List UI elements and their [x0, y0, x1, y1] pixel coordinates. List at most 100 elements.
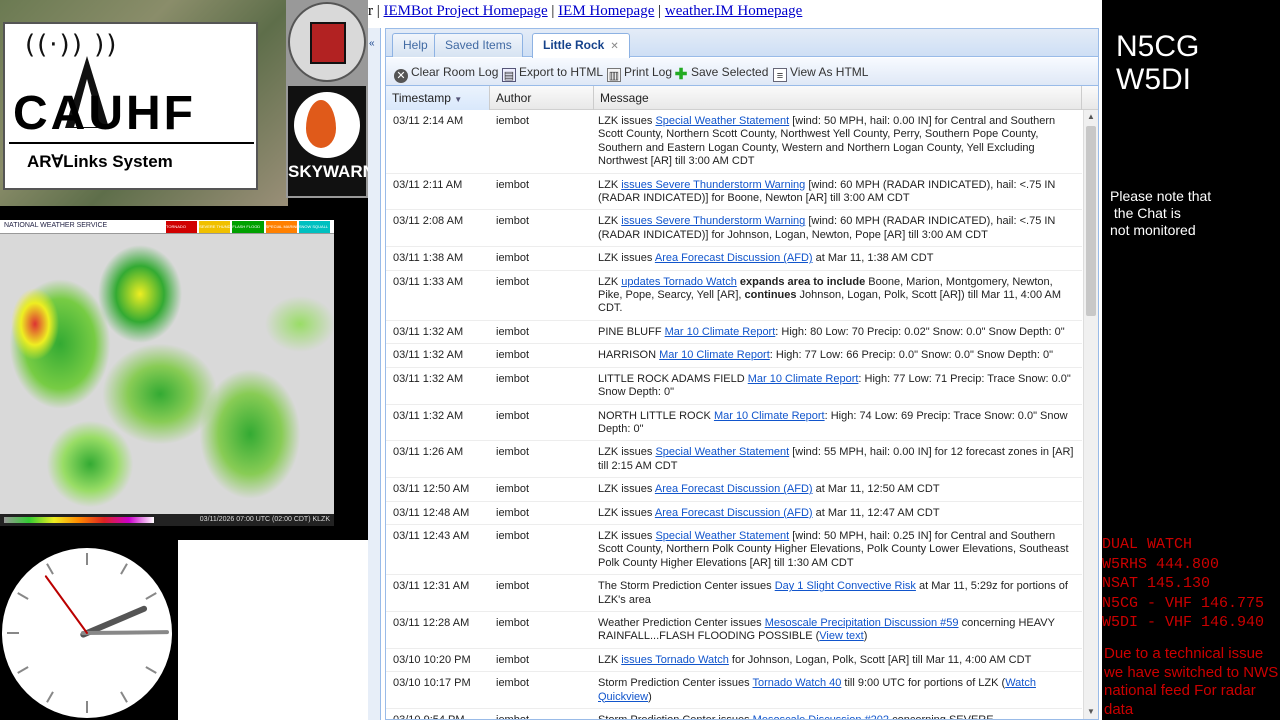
cell-author: iembot	[496, 677, 530, 690]
message-link[interactable]: Tornado Watch 40	[752, 677, 841, 689]
cell-timestamp: 03/11 12:43 AM	[393, 529, 470, 542]
link-iem-homepage[interactable]: IEM Homepage	[558, 3, 654, 19]
message-link[interactable]: Special Weather Statement	[655, 115, 789, 127]
message-link[interactable]: View text	[819, 630, 863, 642]
column-timestamp[interactable]: Timestamp ▼	[386, 86, 490, 110]
message-text: LZK	[598, 653, 622, 666]
document-icon: ≡	[773, 68, 787, 82]
table-row[interactable]: 03/11 12:31 AM iembot The Storm Prediction…	[386, 575, 1082, 612]
cell-author: iembot	[496, 252, 530, 265]
table-row[interactable]: 03/10 10:17 PM iembot Storm Prediction Cen…	[386, 672, 1082, 709]
scroll-up-icon[interactable]: ▲	[1087, 112, 1095, 121]
table-row[interactable]: 03/11 2:08 AM iembot LZK issues Severe Thu…	[386, 210, 1082, 248]
message-text: LZK issues	[598, 446, 656, 459]
scrollbar-thumb[interactable]	[1086, 126, 1096, 316]
message-link[interactable]: issues Tornado Watch	[621, 654, 729, 666]
radar-footer: 03/11/2026 07:00 UTC (02:00 CDT) KLZK	[0, 514, 334, 526]
message-link[interactable]: Area Forecast Discussion (AFD)	[655, 483, 813, 495]
table-row[interactable]: 03/11 1:32 AM iembot NORTH LITTLE ROCK Mar…	[386, 405, 1082, 442]
cell-timestamp: 03/11 2:11 AM	[393, 178, 463, 191]
cell-message: PINE BLUFF Mar 10 Climate Report: High: …	[598, 321, 1082, 343]
cell-timestamp: 03/11 1:32 AM	[393, 372, 464, 385]
save-selected-button[interactable]: ✚ Save Selected	[674, 63, 769, 82]
scroll-down-icon[interactable]: ▼	[1087, 707, 1095, 716]
message-text: at Mar 11, 12:50 AM CDT	[812, 483, 940, 496]
table-row[interactable]: 03/11 2:14 AM iembot LZK issues Special We…	[386, 110, 1082, 174]
export-html-button[interactable]: ▤ Export to HTML	[502, 63, 603, 82]
clear-room-log-button[interactable]: ✕ Clear Room Log	[394, 63, 498, 83]
badge-column: SKYWARN	[286, 0, 375, 198]
vertical-scrollbar[interactable]: ▲ ▼	[1083, 110, 1098, 719]
grid-header: Timestamp ▼ Author Message	[386, 86, 1098, 110]
message-link[interactable]: Special Weather Statement	[655, 446, 789, 458]
message-text: LZK issues	[598, 506, 655, 519]
message-bold-text: expands area to include	[739, 275, 866, 288]
table-row[interactable]: 03/11 1:38 AM iembot LZK issues Area Forec…	[386, 247, 1082, 271]
printer-icon: ▥	[607, 68, 621, 82]
collapse-sidebar-button[interactable]: «	[368, 28, 381, 720]
table-row[interactable]: 03/11 2:11 AM iembot LZK issues Severe Thu…	[386, 174, 1082, 211]
message-link[interactable]: Mar 10 Climate Report	[659, 349, 770, 361]
cell-author: iembot	[496, 325, 530, 338]
message-link[interactable]: updates Tornado Watch	[621, 276, 737, 288]
message-link[interactable]: Mar 10 Climate Report	[714, 410, 825, 422]
message-link[interactable]: Area Forecast Discussion (AFD)	[655, 507, 813, 519]
table-row[interactable]: 03/11 12:28 AM iembot Weather Prediction C…	[386, 612, 1082, 649]
close-tab-icon[interactable]: ✕	[610, 36, 618, 58]
table-row[interactable]: 03/11 12:48 AM iembot LZK issues Area Fore…	[386, 502, 1082, 525]
link-iembot-homepage[interactable]: IEMBot Project Homepage	[384, 3, 548, 19]
message-text: LITTLE ROCK ADAMS FIELD	[598, 372, 748, 385]
table-row[interactable]: 03/11 1:32 AM iembot HARRISON Mar 10 Clima…	[386, 344, 1082, 368]
cell-timestamp: 03/11 1:32 AM	[393, 409, 464, 422]
technical-notice: Due to a technical issue we have switche…	[1104, 645, 1279, 718]
cell-timestamp: 03/11 12:28 AM	[393, 616, 470, 629]
cell-author: iembot	[496, 580, 530, 593]
legend-swatch: TORNADO	[166, 221, 198, 233]
message-bold-text: continues	[744, 289, 797, 302]
cell-timestamp: 03/11 12:31 AM	[393, 580, 470, 593]
message-text: )	[648, 690, 652, 703]
message-link[interactable]: Mar 10 Climate Report	[748, 373, 859, 385]
link-weatherim-homepage[interactable]: weather.IM Homepage	[665, 3, 802, 19]
message-link[interactable]: issues Severe Thunderstorm Warning	[621, 179, 805, 191]
view-as-html-button[interactable]: ≡ View As HTML	[773, 63, 868, 82]
message-text: LZK	[598, 275, 622, 288]
message-text: Storm Prediction Center issues	[598, 677, 753, 690]
tab-saved-items[interactable]: Saved Items	[434, 33, 523, 57]
column-author[interactable]: Author	[490, 86, 594, 110]
cell-timestamp: 03/11 12:48 AM	[393, 506, 470, 519]
table-row[interactable]: 03/11 1:32 AM iembot PINE BLUFF Mar 10 Cli…	[386, 321, 1082, 345]
message-link[interactable]: Day 1 Slight Convective Risk	[775, 580, 916, 592]
message-link[interactable]: Mesoscale Precipitation Discussion #59	[765, 617, 959, 629]
blank-panel	[178, 540, 388, 720]
table-row[interactable]: 03/10 10:20 PM iembot LZK issues Tornado W…	[386, 649, 1082, 673]
table-row[interactable]: 03/11 1:33 AM iembot LZK updates Tornado W…	[386, 271, 1082, 321]
clear-icon: ✕	[394, 69, 408, 83]
callsign-w5di: W5DI	[1116, 63, 1191, 96]
table-row[interactable]: 03/11 1:32 AM iembot LITTLE ROCK ADAMS FIE…	[386, 368, 1082, 405]
cell-message: LZK issues Special Weather Statement [wi…	[598, 110, 1082, 173]
tab-little-rock[interactable]: Little Rock ✕	[532, 33, 630, 58]
message-link[interactable]: Mesoscale Discussion #202	[753, 714, 889, 719]
column-message[interactable]: Message	[594, 86, 1082, 110]
cell-timestamp: 03/11 2:08 AM	[393, 215, 464, 228]
table-row[interactable]: 03/11 12:43 AM iembot LZK issues Special W…	[386, 525, 1082, 576]
cell-author: iembot	[496, 483, 530, 496]
print-log-button[interactable]: ▥ Print Log	[607, 63, 672, 82]
logo-background: ((·)) )) CAUHF ARⱯLinks System	[0, 0, 288, 206]
clock-tick	[120, 691, 128, 703]
cell-author: iembot	[496, 275, 530, 288]
tab-help[interactable]: Help	[392, 33, 439, 57]
callsign-n5cg: N5CG	[1116, 30, 1200, 63]
table-row[interactable]: 03/11 1:26 AM iembot LZK issues Special We…	[386, 441, 1082, 479]
cell-message: LZK updates Tornado Watch expands area t…	[598, 271, 1082, 320]
message-link[interactable]: Special Weather Statement	[655, 530, 789, 542]
table-row[interactable]: 03/10 9:54 PM iembot Storm Prediction Cent…	[386, 709, 1082, 719]
message-link[interactable]: Mar 10 Climate Report	[665, 326, 776, 338]
warning-legend: TORNADOSEVERE THUNDERSTORMFLASH FLOODSPE…	[166, 221, 332, 233]
message-text: PINE BLUFF	[598, 325, 665, 338]
message-link[interactable]: issues Severe Thunderstorm Warning	[621, 215, 805, 227]
message-link[interactable]: Area Forecast Discussion (AFD)	[655, 252, 813, 264]
legend-swatch: SNOW SQUALL	[298, 221, 331, 233]
table-row[interactable]: 03/11 12:50 AM iembot LZK issues Area Fore…	[386, 478, 1082, 502]
